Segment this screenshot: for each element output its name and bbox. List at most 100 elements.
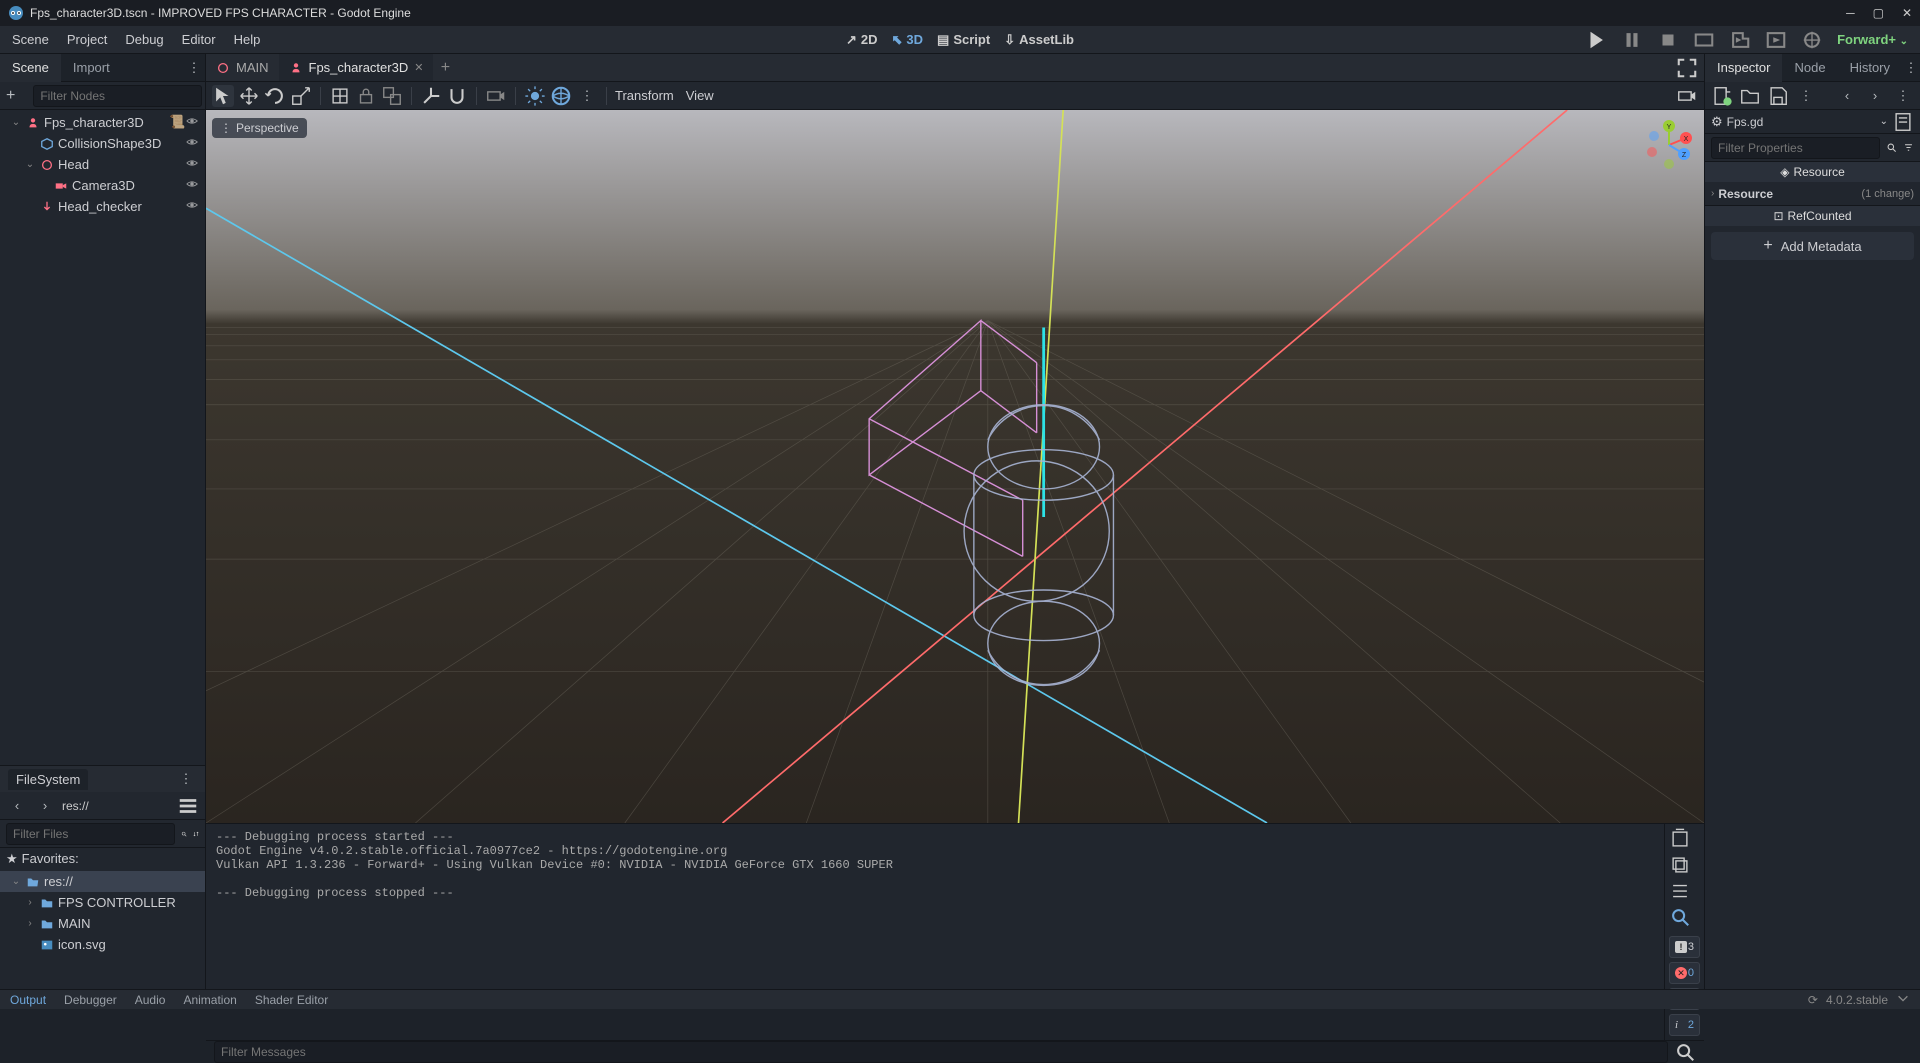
move-tool-icon[interactable]: [238, 85, 260, 107]
play-remote-button[interactable]: [1693, 29, 1715, 51]
reimport-icon[interactable]: ⟳: [1808, 993, 1818, 1007]
scene-tree[interactable]: ⌄Fps_character3D📜CollisionShape3D⌄HeadCa…: [0, 110, 205, 440]
visibility-icon[interactable]: [185, 177, 199, 194]
sun-preview-icon[interactable]: [524, 85, 546, 107]
stop-button[interactable]: [1657, 29, 1679, 51]
preview-options-icon[interactable]: ⋮: [576, 85, 598, 107]
output-search-icon[interactable]: [1669, 906, 1691, 928]
workspace-3d[interactable]: ⬉3D: [892, 32, 924, 48]
search-icon[interactable]: [181, 823, 187, 845]
visibility-icon[interactable]: [185, 135, 199, 152]
renderer-selector[interactable]: Forward+ ⌄: [1837, 32, 1908, 47]
dock-menu-icon[interactable]: ⋮: [175, 768, 197, 790]
filesystem-tab[interactable]: FileSystem: [8, 769, 88, 790]
play-button[interactable]: [1585, 29, 1607, 51]
menu-editor[interactable]: Editor: [182, 32, 216, 47]
tab-node[interactable]: Node: [1782, 54, 1837, 82]
tab-import[interactable]: Import: [61, 54, 122, 82]
camera-override-icon[interactable]: [485, 85, 507, 107]
scene-node-Fps_character3D[interactable]: ⌄Fps_character3D📜: [0, 112, 205, 133]
local-transform-icon[interactable]: [420, 85, 442, 107]
snap-options-icon[interactable]: [329, 85, 351, 107]
visibility-icon[interactable]: [185, 156, 199, 173]
filter-options-icon[interactable]: [1903, 137, 1914, 159]
filter-messages-input[interactable]: [214, 1041, 1668, 1063]
tab-scene[interactable]: Scene: [0, 54, 61, 82]
scene-node-Head[interactable]: ⌄Head: [0, 154, 205, 175]
transform-menu[interactable]: Transform: [615, 88, 674, 103]
view-menu[interactable]: View: [686, 88, 714, 103]
rotate-tool-icon[interactable]: [264, 85, 286, 107]
scene-node-CollisionShape3D[interactable]: CollisionShape3D: [0, 133, 205, 154]
bottom-tab-animation[interactable]: Animation: [183, 993, 236, 1007]
scene-tab-Fps_character3D[interactable]: Fps_character3D✕: [279, 54, 434, 81]
err-count-badge[interactable]: ✕0: [1669, 962, 1700, 984]
snap-icon[interactable]: [446, 85, 468, 107]
history-fwd-icon[interactable]: ›: [1864, 85, 1886, 107]
add-node-button[interactable]: +: [6, 85, 15, 107]
open-docs-icon[interactable]: [1892, 111, 1914, 133]
output-collapse-icon[interactable]: [1669, 880, 1691, 902]
perspective-dropdown[interactable]: ⋮Perspective: [212, 118, 307, 138]
dock-menu-icon[interactable]: ⋮: [1902, 57, 1920, 79]
visibility-icon[interactable]: [185, 198, 199, 215]
workspace-2d[interactable]: ↗2D: [846, 32, 878, 48]
history-back-icon[interactable]: ‹: [1836, 85, 1858, 107]
filter-properties-input[interactable]: [1711, 137, 1880, 159]
inspected-object-row[interactable]: ⚙ Fps.gd ⌄: [1705, 110, 1920, 134]
render-mode-icon[interactable]: [1801, 29, 1823, 51]
filesystem-tree[interactable]: ⌄res://›FPS CONTROLLER›MAINicon.svg: [0, 869, 205, 989]
add-metadata-button[interactable]: + Add Metadata: [1711, 232, 1914, 260]
scene-node-Head_checker[interactable]: Head_checker: [0, 196, 205, 217]
resource-property-row[interactable]: › Resource (1 change): [1705, 182, 1920, 206]
group-icon[interactable]: [381, 85, 403, 107]
nav-back-icon[interactable]: ‹: [6, 795, 28, 817]
fs-view-mode-icon[interactable]: [177, 795, 199, 817]
fs-item-FPS-CONTROLLER[interactable]: ›FPS CONTROLLER: [0, 892, 205, 913]
env-preview-icon[interactable]: [550, 85, 572, 107]
camera-icon[interactable]: [1676, 85, 1698, 107]
window-minimize-icon[interactable]: ─: [1846, 6, 1855, 20]
fs-item-res---[interactable]: ⌄res://: [0, 871, 205, 892]
history-menu-icon[interactable]: ⋮: [1892, 85, 1914, 107]
filter-nodes-input[interactable]: [33, 85, 202, 107]
expand-bottom-icon[interactable]: [1896, 991, 1910, 1008]
play-scene-button[interactable]: [1729, 29, 1751, 51]
add-scene-tab-button[interactable]: +: [433, 59, 457, 77]
3d-viewport[interactable]: ⋮Perspective X Y Z: [206, 110, 1704, 823]
menu-scene[interactable]: Scene: [12, 32, 49, 47]
dock-menu-icon[interactable]: ⋮: [183, 57, 205, 79]
pause-button[interactable]: [1621, 29, 1643, 51]
workspace-script[interactable]: ▤Script: [937, 32, 990, 48]
tab-history[interactable]: History: [1838, 54, 1902, 82]
resource-section-header[interactable]: ◈ Resource: [1705, 162, 1920, 182]
fs-sort-icon[interactable]: [193, 823, 199, 845]
play-custom-button[interactable]: [1765, 29, 1787, 51]
tab-inspector[interactable]: Inspector: [1705, 54, 1782, 82]
output-copy-icon[interactable]: [1669, 854, 1691, 876]
window-close-icon[interactable]: ✕: [1902, 6, 1912, 20]
bottom-tab-shader-editor[interactable]: Shader Editor: [255, 993, 328, 1007]
scene-tab-MAIN[interactable]: MAIN: [206, 54, 279, 81]
distraction-free-icon[interactable]: [1676, 57, 1698, 79]
save-resource-icon[interactable]: [1767, 85, 1789, 107]
bottom-tab-audio[interactable]: Audio: [135, 993, 166, 1007]
search-icon[interactable]: [1886, 137, 1897, 159]
window-maximize-icon[interactable]: ▢: [1873, 6, 1884, 20]
search-icon[interactable]: [1674, 1041, 1696, 1063]
bottom-tab-debugger[interactable]: Debugger: [64, 993, 117, 1007]
menu-debug[interactable]: Debug: [125, 32, 163, 47]
scene-node-Camera3D[interactable]: Camera3D: [0, 175, 205, 196]
info-count-badge[interactable]: i2: [1669, 1014, 1700, 1036]
workspace-assetlib[interactable]: ⇩AssetLib: [1004, 32, 1074, 48]
menu-help[interactable]: Help: [234, 32, 261, 47]
refcounted-section-header[interactable]: ⊡ RefCounted: [1705, 206, 1920, 226]
orientation-gizmo[interactable]: X Y Z: [1644, 120, 1694, 170]
menu-project[interactable]: Project: [67, 32, 107, 47]
fs-item-icon-svg[interactable]: icon.svg: [0, 934, 205, 955]
visibility-icon[interactable]: [185, 114, 199, 131]
lock-icon[interactable]: [355, 85, 377, 107]
script-icon[interactable]: 📜: [169, 114, 183, 131]
output-clear-icon[interactable]: [1669, 828, 1691, 850]
bottom-tab-output[interactable]: Output: [10, 993, 46, 1007]
